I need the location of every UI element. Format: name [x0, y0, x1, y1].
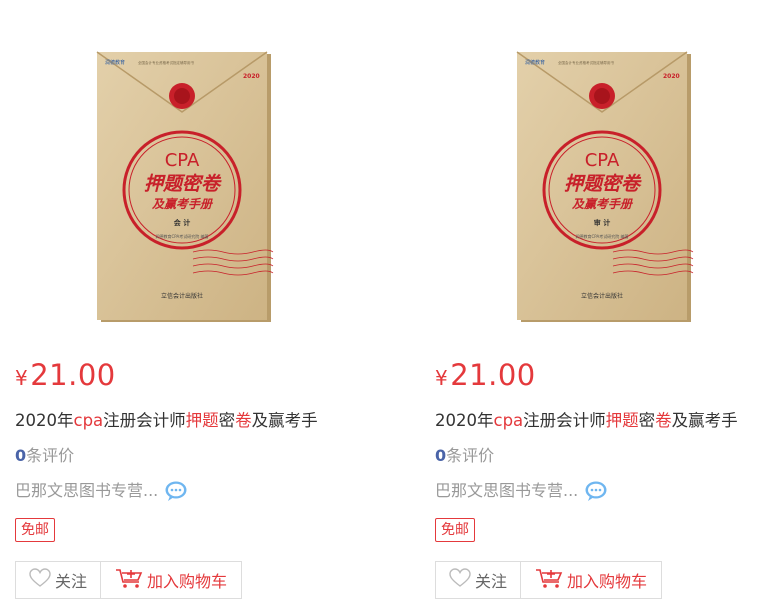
add-to-cart-button[interactable]: 加入购物车 — [101, 561, 242, 599]
currency-symbol: ¥ — [435, 366, 449, 390]
svg-text:及赢考手册: 及赢考手册 — [152, 197, 214, 211]
shop-name-link[interactable]: 巴那文思图书专营... — [15, 480, 158, 502]
chat-icon[interactable] — [164, 480, 188, 502]
title-segment: 2020年 — [15, 411, 74, 430]
chat-icon[interactable] — [584, 480, 608, 502]
price: ¥21.00 — [435, 358, 536, 395]
svg-text:CPA: CPA — [585, 150, 620, 171]
svg-text:立信会计出版社: 立信会计出版社 — [581, 292, 623, 300]
title-segment: 密 — [218, 411, 236, 430]
svg-text:会 计: 会 计 — [174, 218, 190, 227]
cart-icon — [535, 567, 563, 593]
title-keyword: 卷 — [655, 411, 672, 430]
review-count: 0 — [435, 446, 447, 465]
free-shipping-badge: 免邮 — [15, 518, 55, 542]
title-segment: 注册会计师 — [103, 411, 186, 430]
follow-label: 关注 — [54, 572, 87, 591]
svg-text:全国会计专业资格考试指定辅导用书: 全国会计专业资格考试指定辅导用书 — [558, 60, 614, 65]
heart-icon — [29, 568, 51, 592]
svg-text:2020: 2020 — [243, 73, 260, 80]
svg-text:及赢考手册: 及赢考手册 — [572, 197, 634, 211]
book-cover-image[interactable]: 润德教育 全国会计专业资格考试指定辅导用书 2020 CPA 押题密卷 及赢考手… — [513, 50, 695, 325]
action-bar: 关注 加入购物车 — [15, 561, 242, 599]
svg-text:审 计: 审 计 — [594, 218, 610, 227]
title-keyword: cpa — [493, 411, 524, 430]
review-count: 0 — [15, 446, 27, 465]
title-keyword: 押题 — [185, 411, 219, 430]
publisher-logo: 润德教育 — [105, 59, 125, 66]
review-count-link[interactable]: 0条评价 — [435, 445, 494, 467]
svg-text:全国会计专业资格考试指定辅导用书: 全国会计专业资格考试指定辅导用书 — [138, 60, 194, 65]
shop-name-link[interactable]: 巴那文思图书专营... — [435, 480, 578, 502]
follow-button[interactable]: 关注 — [435, 561, 521, 599]
action-bar: 关注 加入购物车 — [435, 561, 662, 599]
product-title-link[interactable]: 2020年cpa注册会计师押题密卷及赢考手 — [15, 410, 318, 432]
title-segment: 注册会计师 — [523, 411, 606, 430]
currency-symbol: ¥ — [15, 366, 29, 390]
title-segment: 密 — [638, 411, 656, 430]
product-card: 润德教育 全国会计专业资格考试指定辅导用书 2020 CPA 押题密卷 及赢考手… — [435, 0, 767, 615]
publisher-logo: 润德教育 — [525, 59, 545, 66]
shop-row: 巴那文思图书专营... — [15, 480, 188, 502]
product-title-link[interactable]: 2020年cpa注册会计师押题密卷及赢考手 — [435, 410, 738, 432]
title-keyword: 卷 — [235, 411, 252, 430]
price-value: 21.00 — [30, 358, 116, 392]
svg-text:润德教育CPA考试研究院 编著: 润德教育CPA考试研究院 编著 — [156, 233, 209, 239]
price: ¥21.00 — [15, 358, 116, 395]
heart-icon — [449, 568, 471, 592]
svg-text:CPA: CPA — [165, 150, 200, 171]
svg-text:押题密卷: 押题密卷 — [144, 173, 222, 195]
svg-text:立信会计出版社: 立信会计出版社 — [161, 292, 203, 300]
cart-icon — [115, 567, 143, 593]
follow-label: 关注 — [474, 572, 507, 591]
follow-button[interactable]: 关注 — [15, 561, 101, 599]
svg-text:押题密卷: 押题密卷 — [564, 173, 642, 195]
title-segment: 2020年 — [435, 411, 494, 430]
add-to-cart-button[interactable]: 加入购物车 — [521, 561, 662, 599]
review-count-link[interactable]: 0条评价 — [15, 445, 74, 467]
title-keyword: 押题 — [605, 411, 639, 430]
title-segment: 及赢考手 — [251, 411, 318, 430]
review-label: 条评价 — [26, 446, 75, 465]
svg-text:2020: 2020 — [663, 73, 680, 80]
title-segment: 及赢考手 — [671, 411, 738, 430]
title-keyword: cpa — [73, 411, 104, 430]
free-shipping-badge: 免邮 — [435, 518, 475, 542]
shop-row: 巴那文思图书专营... — [435, 480, 608, 502]
cart-label: 加入购物车 — [566, 572, 647, 591]
product-card: 润德教育 全国会计专业资格考试指定辅导用书 2020 CPA 押题密卷 及赢考手… — [15, 0, 355, 615]
book-cover-image[interactable]: 润德教育 全国会计专业资格考试指定辅导用书 2020 CPA 押题密卷 及赢考手… — [93, 50, 275, 325]
price-value: 21.00 — [450, 358, 536, 392]
review-label: 条评价 — [446, 446, 495, 465]
svg-text:润德教育CPA考试研究院 编著: 润德教育CPA考试研究院 编著 — [576, 233, 629, 239]
cart-label: 加入购物车 — [146, 572, 227, 591]
